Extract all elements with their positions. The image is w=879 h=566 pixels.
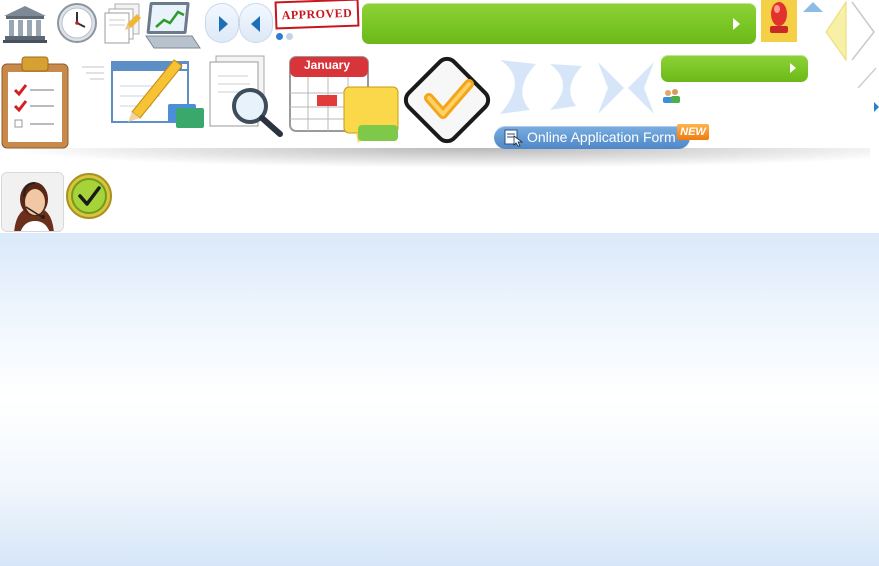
scroll-right-icon[interactable] bbox=[873, 100, 879, 112]
form-cursor-icon bbox=[504, 129, 524, 147]
arrow-right-icon bbox=[733, 18, 740, 30]
main-action-button[interactable] bbox=[362, 3, 756, 44]
laptop-chart-icon[interactable] bbox=[144, 0, 202, 52]
pager-dot-active[interactable] bbox=[276, 33, 283, 40]
support-agent-avatar[interactable] bbox=[1, 172, 64, 232]
new-badge: NEW bbox=[677, 124, 709, 140]
online-application-form-label: Online Application Form bbox=[527, 129, 676, 145]
users-icon[interactable] bbox=[661, 88, 681, 104]
motion-lines-icon bbox=[80, 64, 106, 86]
online-application-form-button[interactable]: Online Application Form bbox=[494, 126, 690, 149]
nav-prev-button[interactable] bbox=[239, 3, 273, 43]
documents-icon[interactable] bbox=[103, 2, 143, 44]
clock-icon[interactable] bbox=[55, 2, 99, 44]
arrow-right-icon bbox=[219, 16, 228, 32]
magnifier-document-icon[interactable] bbox=[206, 54, 286, 138]
pencil-form-icon[interactable] bbox=[110, 56, 204, 132]
alarm-light-icon[interactable] bbox=[761, 0, 797, 42]
clipboard-checklist-icon[interactable] bbox=[0, 54, 70, 150]
arrow-left-icon bbox=[251, 16, 260, 32]
calendar-month-label: January bbox=[304, 58, 351, 72]
page-background bbox=[0, 233, 879, 566]
banner-shadow bbox=[0, 148, 870, 168]
approved-stamp: APPROVED bbox=[274, 0, 360, 30]
checkmark-icon[interactable] bbox=[401, 54, 494, 146]
verified-badge-icon[interactable] bbox=[66, 172, 112, 220]
arrows-process-icon bbox=[494, 54, 660, 122]
pager-dot[interactable] bbox=[286, 33, 293, 40]
nav-next-button[interactable] bbox=[205, 3, 239, 43]
arrow-up-icon[interactable] bbox=[802, 0, 824, 12]
page-forward-arrow-icon[interactable] bbox=[824, 0, 879, 64]
secondary-green-button[interactable] bbox=[661, 55, 808, 82]
bank-icon[interactable] bbox=[2, 4, 48, 44]
arrow-right-icon bbox=[790, 63, 796, 73]
page-forward-arrow-lower-icon bbox=[856, 66, 878, 90]
